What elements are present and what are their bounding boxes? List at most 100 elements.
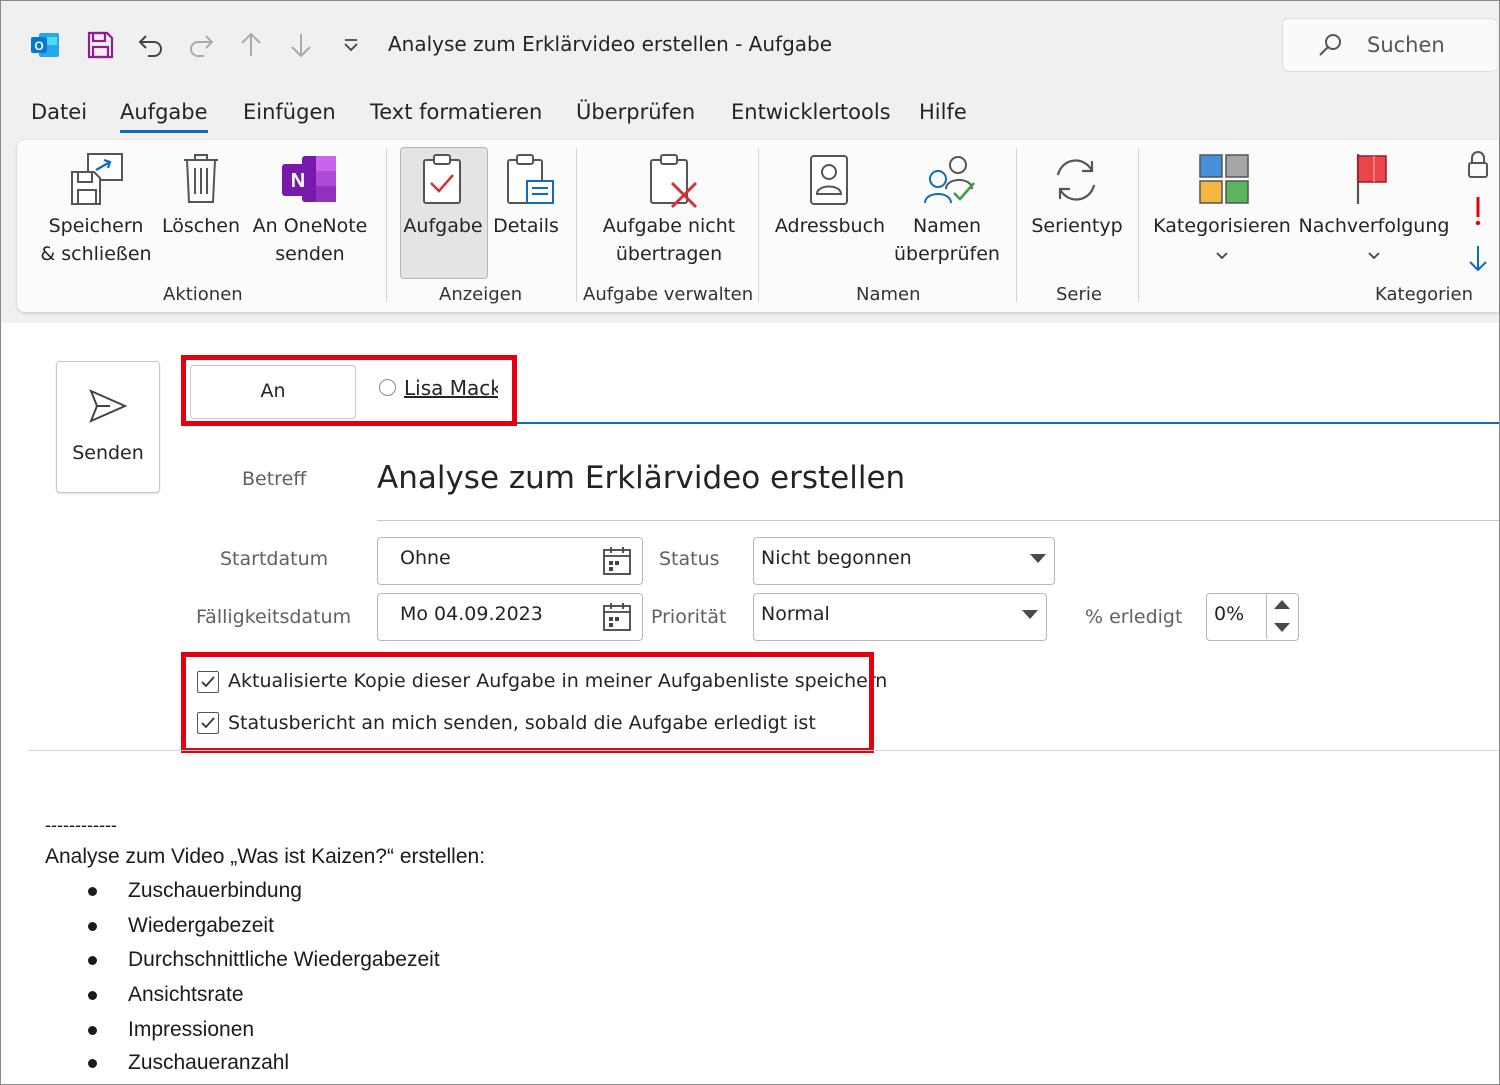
bullet-icon: [88, 922, 97, 931]
onenote-label-2: senden: [275, 243, 345, 265]
followup-button[interactable]: Nachverfolgung: [1296, 212, 1452, 240]
lock-icon[interactable]: [1466, 150, 1490, 184]
status-value: Nicht begonnen: [761, 547, 912, 569]
task-clipboard-icon: [421, 153, 463, 209]
list-item: Wiedergabezeit: [128, 914, 274, 937]
subject-underline: [377, 520, 1499, 521]
delete-button[interactable]: Löschen: [160, 212, 242, 240]
chevron-down-icon: [1367, 246, 1381, 265]
percent-spinner[interactable]: [1266, 593, 1297, 639]
undo-icon[interactable]: [132, 26, 170, 64]
check-names-label-1: Namen: [912, 215, 982, 237]
menu-text-formatieren[interactable]: Text formatieren: [370, 100, 542, 124]
group-label-aufgabe-verwalten: Aufgabe verwalten: [583, 284, 754, 305]
arrow-up-icon[interactable]: [232, 26, 270, 64]
arrow-down-icon[interactable]: [282, 26, 320, 64]
spin-up-icon[interactable]: [1274, 600, 1290, 609]
spin-down-icon[interactable]: [1274, 623, 1290, 632]
list-item: Zuschauerbindung: [128, 879, 302, 902]
bullet-icon: [88, 1059, 97, 1068]
save-close-button[interactable]: Speichern & schließen: [40, 212, 152, 268]
menu-aufgabe[interactable]: Aufgabe: [120, 100, 208, 124]
group-label-namen: Namen: [856, 284, 921, 305]
ribbon-separator: [386, 148, 387, 302]
menu-hilfe[interactable]: Hilfe: [919, 100, 967, 124]
send-icon: [89, 389, 128, 423]
status-select[interactable]: Nicht begonnen: [753, 537, 1055, 585]
onenote-icon: N: [280, 154, 338, 208]
outlook-icon: O: [26, 26, 64, 64]
due-date-input[interactable]: Mo 04.09.2023: [377, 593, 643, 641]
percent-label: % erledigt: [1085, 606, 1183, 628]
active-tab-indicator: [120, 130, 208, 133]
form-divider: [28, 750, 1499, 751]
dropdown-caret-icon: [1030, 554, 1046, 563]
highlight-box-options: [181, 652, 874, 753]
menu-ueberpruefen[interactable]: Überprüfen: [576, 100, 695, 124]
menu-datei[interactable]: Datei: [31, 100, 87, 124]
decline-task-label-1: Aufgabe nicht: [602, 215, 736, 237]
search-placeholder: Suchen: [1367, 33, 1445, 57]
highlight-box-recipient: [181, 355, 517, 426]
priority-label: Priorität: [651, 606, 727, 628]
ribbon-separator: [1138, 148, 1139, 302]
group-label-aktionen: Aktionen: [163, 284, 243, 305]
start-date-value: Ohne: [400, 547, 451, 569]
svg-text:O: O: [34, 39, 43, 53]
details-icon: [505, 153, 555, 211]
svg-text:N: N: [291, 170, 305, 192]
body-intro: Analyse zum Video „Was ist Kaizen?“ erst…: [45, 845, 486, 868]
onenote-button[interactable]: An OneNote senden: [250, 212, 370, 268]
bullet-icon: [88, 991, 97, 1000]
send-button[interactable]: Senden: [56, 361, 160, 493]
ribbon-separator: [758, 148, 759, 302]
trash-icon: [182, 152, 220, 208]
calendar-icon[interactable]: [602, 602, 632, 632]
flag-icon: [1352, 152, 1396, 210]
send-label: Senden: [72, 442, 144, 464]
addressbook-button[interactable]: Adressbuch: [772, 212, 888, 240]
redo-icon[interactable]: [182, 26, 220, 64]
start-date-label: Startdatum: [220, 548, 329, 570]
list-item: Zuschaueranzahl: [128, 1051, 290, 1074]
ribbon-separator: [1016, 148, 1017, 302]
list-item: Impressionen: [128, 1018, 255, 1041]
window-title: Analyse zum Erklärvideo erstellen - Aufg…: [388, 32, 833, 56]
decline-task-icon: [648, 153, 702, 213]
bullet-icon: [88, 1026, 97, 1035]
menu-einfuegen[interactable]: Einfügen: [243, 100, 336, 124]
recurrence-button[interactable]: Serientyp: [1028, 212, 1126, 240]
calendar-icon[interactable]: [602, 546, 632, 576]
subject-label: Betreff: [242, 468, 307, 490]
dropdown-caret-icon: [1022, 610, 1038, 619]
priority-select[interactable]: Normal: [753, 593, 1047, 641]
bullet-icon: [88, 956, 97, 965]
onenote-label-1: An OneNote: [252, 215, 368, 237]
details-button[interactable]: Details: [490, 212, 562, 240]
task-button[interactable]: Aufgabe: [400, 212, 486, 240]
save-icon[interactable]: [81, 26, 119, 64]
categorize-icon: [1198, 153, 1250, 209]
chevron-down-icon: [1215, 246, 1229, 265]
categorize-button[interactable]: Kategorisieren: [1152, 212, 1292, 240]
bullet-icon: [88, 887, 97, 896]
due-date-value: Mo 04.09.2023: [400, 603, 543, 625]
menu-entwicklertools[interactable]: Entwicklertools: [731, 100, 891, 124]
check-names-button[interactable]: Namen überprüfen: [890, 212, 1004, 268]
high-importance-icon[interactable]: [1470, 195, 1486, 231]
priority-value: Normal: [761, 603, 830, 625]
low-importance-icon[interactable]: [1466, 244, 1490, 278]
check-names-label-2: überprüfen: [894, 243, 1000, 265]
search-icon: [1319, 34, 1341, 56]
addressbook-icon: [808, 154, 850, 210]
search-box[interactable]: Suchen: [1282, 18, 1497, 72]
percent-value: 0%: [1214, 603, 1245, 625]
customize-toolbar-icon[interactable]: [332, 26, 370, 64]
group-label-anzeigen: Anzeigen: [439, 284, 523, 305]
start-date-input[interactable]: Ohne: [377, 537, 643, 585]
due-date-label: Fälligkeitsdatum: [196, 606, 352, 628]
save-close-icon: [70, 152, 126, 210]
decline-task-button[interactable]: Aufgabe nicht übertragen: [590, 212, 748, 268]
subject-input[interactable]: Analyse zum Erklärvideo erstellen: [377, 460, 905, 496]
ribbon-separator: [576, 148, 577, 302]
